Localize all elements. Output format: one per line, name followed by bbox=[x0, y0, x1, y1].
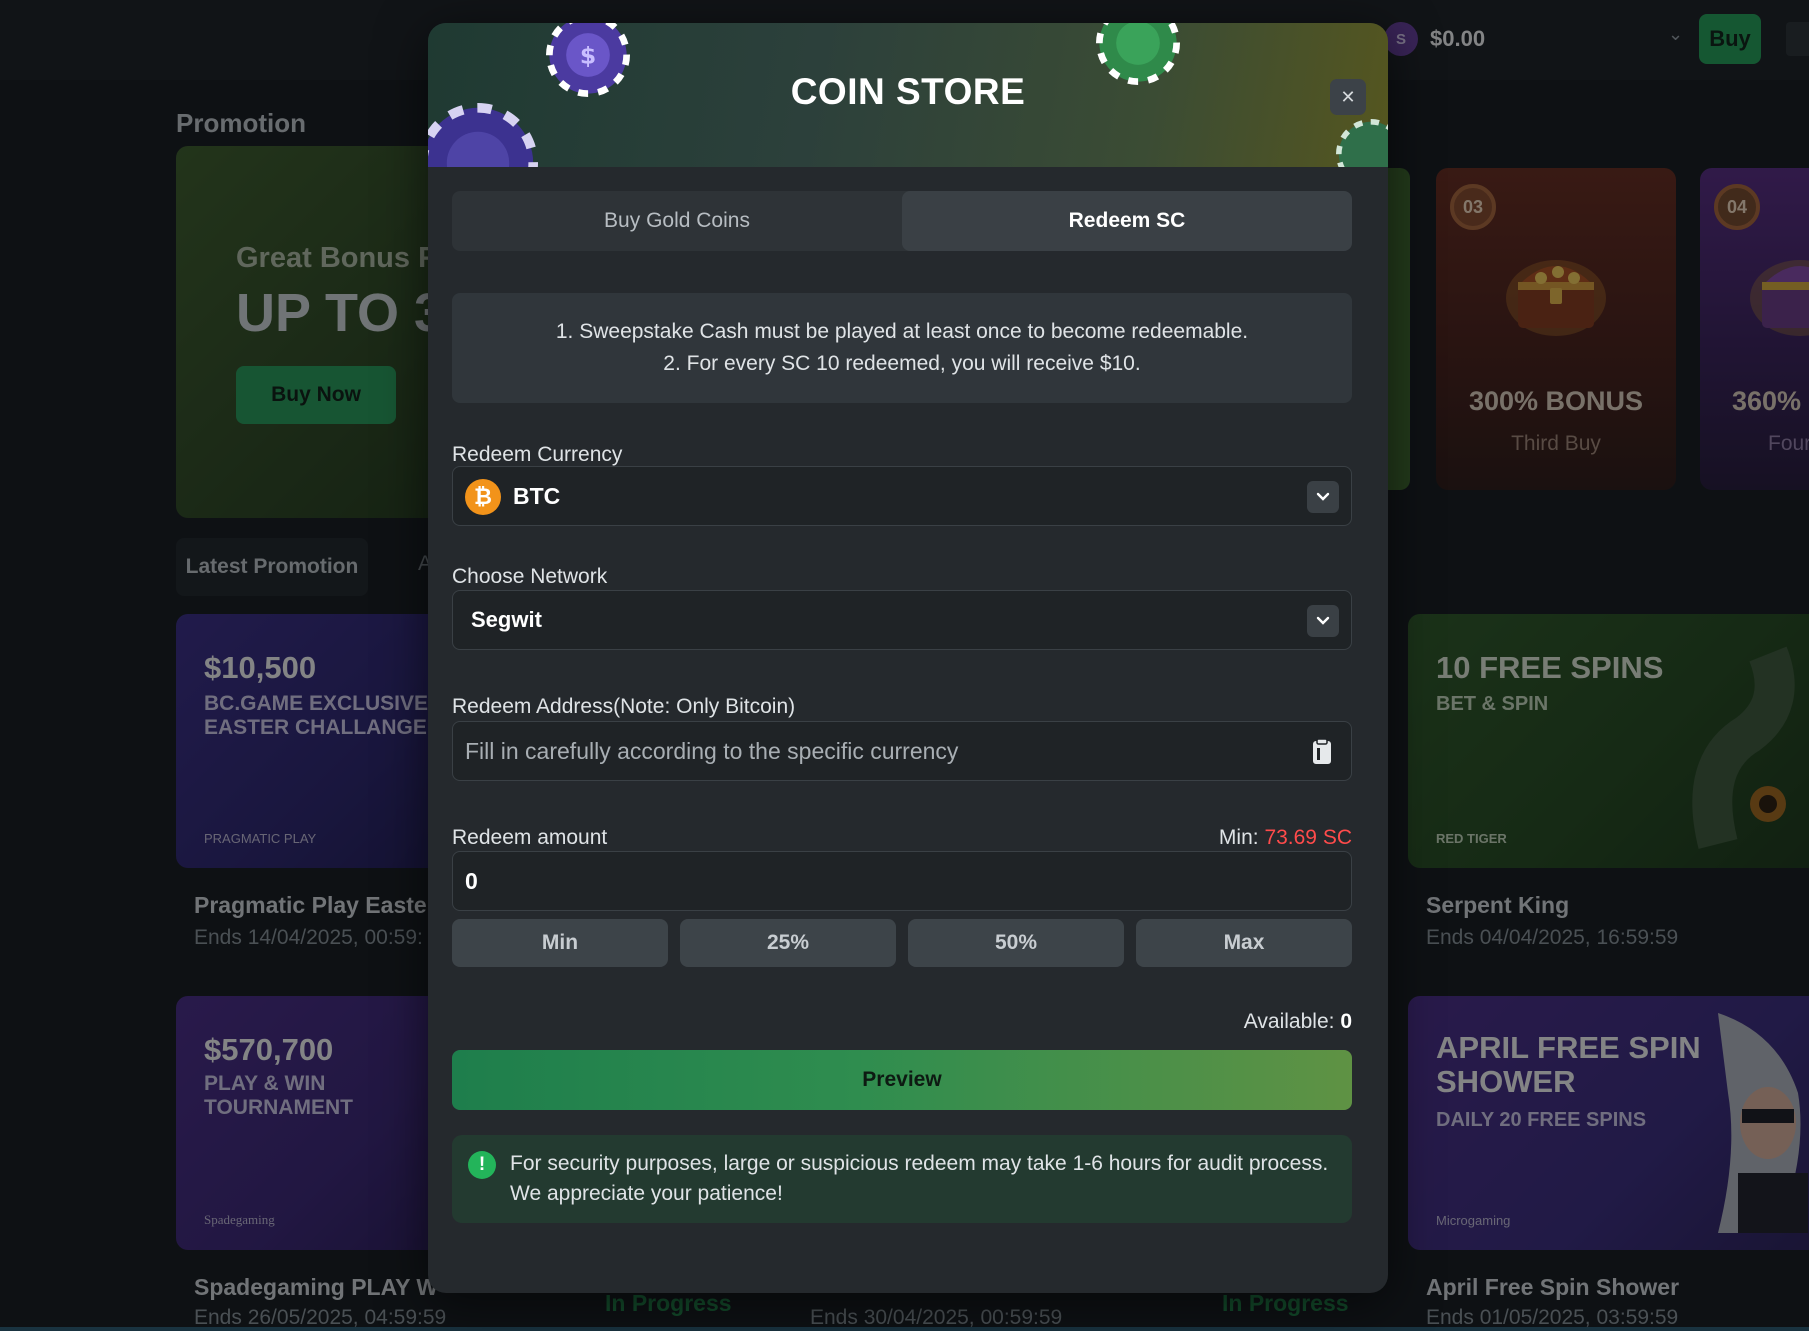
exclamation-icon: ! bbox=[468, 1151, 496, 1179]
max-button[interactable]: Max bbox=[1136, 919, 1352, 967]
tab-buy-gold-coins[interactable]: Buy Gold Coins bbox=[452, 191, 902, 251]
network-select[interactable]: Segwit bbox=[452, 590, 1352, 650]
close-button[interactable]: ✕ bbox=[1330, 79, 1366, 115]
available-value: 0 bbox=[1340, 1010, 1352, 1033]
paste-icon[interactable] bbox=[1309, 738, 1335, 766]
currency-select[interactable]: ₿ BTC bbox=[452, 466, 1352, 526]
modal-title: COIN STORE bbox=[790, 71, 1026, 112]
amount-label: Redeem amount bbox=[452, 826, 608, 849]
svg-text:$: $ bbox=[580, 41, 596, 69]
preview-button[interactable]: Preview bbox=[452, 1050, 1352, 1110]
address-input[interactable] bbox=[453, 722, 1351, 780]
network-value: Segwit bbox=[471, 607, 542, 632]
tab-redeem-sc[interactable]: Redeem SC bbox=[902, 191, 1352, 251]
currency-value: BTC bbox=[513, 482, 561, 509]
notice-line: 1. Sweepstake Cash must be played at lea… bbox=[555, 320, 1249, 343]
address-label: Redeem Address(Note: Only Bitcoin) bbox=[452, 695, 796, 718]
50-percent-button[interactable]: 50% bbox=[908, 919, 1124, 967]
quick-amount-buttons: Min 25% 50% Max bbox=[452, 919, 1352, 967]
store-tabs: Buy Gold Coins Redeem SC bbox=[452, 191, 1352, 251]
25-percent-button[interactable]: 25% bbox=[680, 919, 896, 967]
coin-store-modal: $ COIN STORE ✕ Buy Gold Coins Redeem SC … bbox=[428, 23, 1388, 1293]
redeem-notice: 1. Sweepstake Cash must be played at lea… bbox=[452, 293, 1352, 403]
min-amount: Min: 73.69 SC bbox=[1219, 826, 1352, 850]
security-notice: ! For security purposes, large or suspic… bbox=[452, 1135, 1352, 1223]
available-label: Available: bbox=[1243, 1010, 1335, 1033]
notice-line: 2. For every SC 10 redeemed, you will re… bbox=[663, 352, 1141, 375]
casino-chip-icon bbox=[1336, 119, 1388, 167]
chevron-down-icon[interactable] bbox=[1307, 481, 1339, 513]
bitcoin-icon: ₿ bbox=[465, 479, 501, 515]
security-message: For security purposes, large or suspicio… bbox=[510, 1152, 1329, 1205]
amount-input[interactable] bbox=[453, 852, 1351, 910]
available-balance: Available: 0 bbox=[1244, 1010, 1352, 1034]
min-button[interactable]: Min bbox=[452, 919, 668, 967]
chevron-down-icon[interactable] bbox=[1307, 605, 1339, 637]
currency-label: Redeem Currency bbox=[452, 443, 623, 466]
min-value: 73.69 SC bbox=[1264, 826, 1352, 849]
modal-header: $ COIN STORE ✕ bbox=[428, 23, 1388, 167]
amount-field bbox=[452, 851, 1352, 911]
min-prefix: Min: bbox=[1218, 826, 1259, 849]
address-field bbox=[452, 721, 1352, 781]
network-label: Choose Network bbox=[452, 565, 608, 588]
close-icon: ✕ bbox=[1340, 86, 1356, 107]
